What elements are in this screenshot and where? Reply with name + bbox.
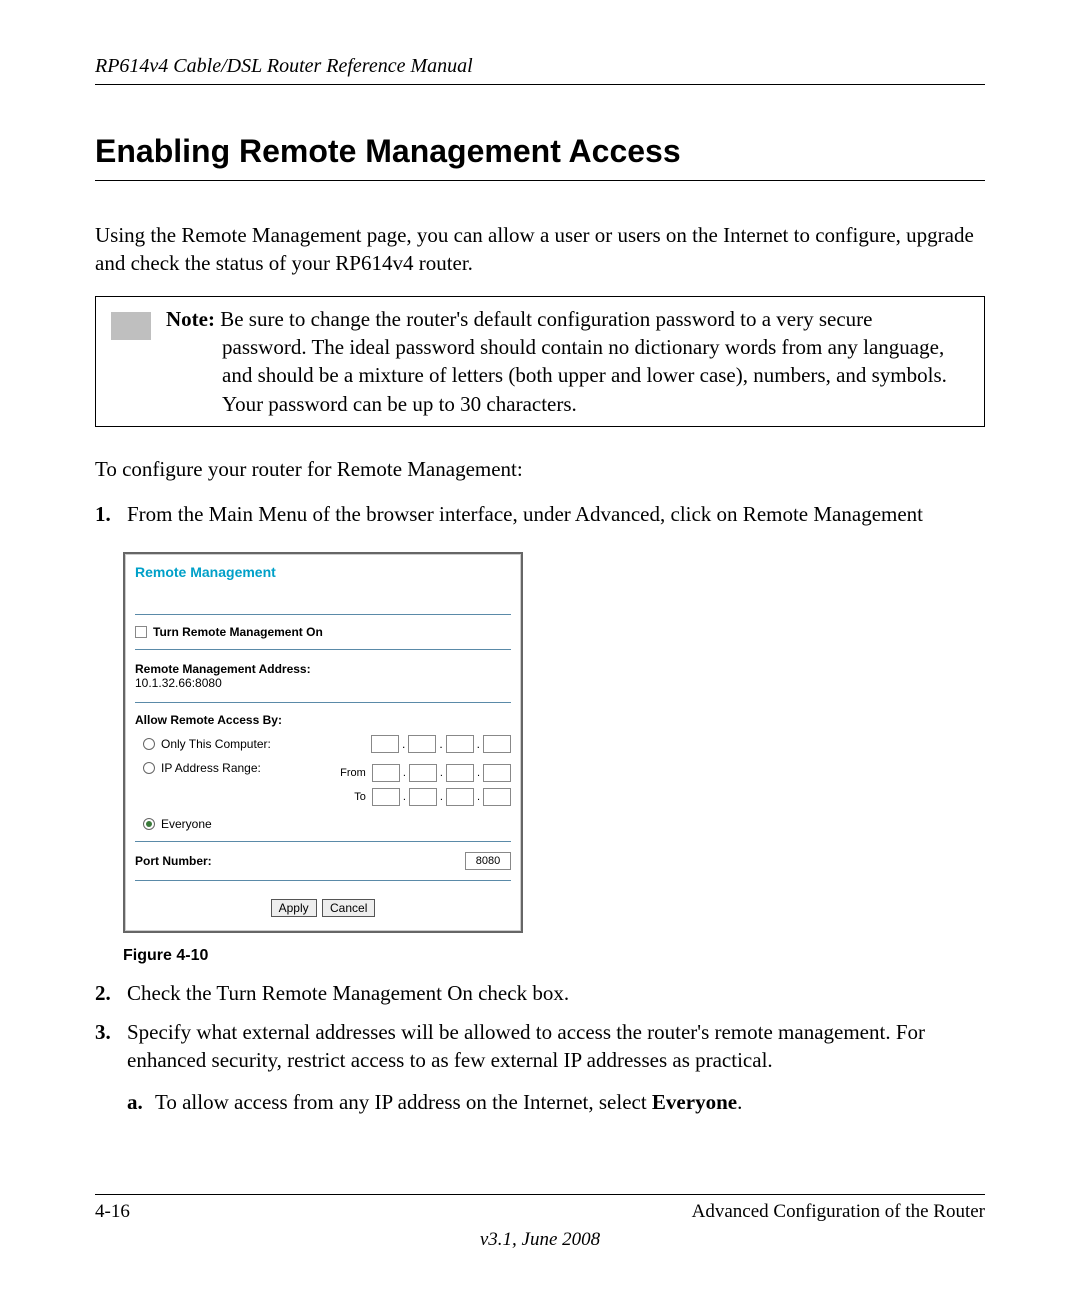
section-title: Enabling Remote Management Access bbox=[95, 133, 985, 181]
step-1: 1. From the Main Menu of the browser int… bbox=[95, 500, 985, 528]
only-this-radio[interactable] bbox=[143, 738, 155, 750]
step-3: 3. Specify what external addresses will … bbox=[95, 1018, 985, 1127]
cancel-button[interactable]: Cancel bbox=[322, 899, 375, 917]
only-this-label: Only This Computer: bbox=[161, 737, 271, 751]
panel-title: Remote Management bbox=[135, 562, 511, 608]
everyone-label: Everyone bbox=[161, 817, 212, 831]
step-3-text: Specify what external addresses will be … bbox=[127, 1018, 985, 1127]
address-label: Remote Management Address: bbox=[135, 662, 511, 676]
allow-label: Allow Remote Access By: bbox=[135, 709, 511, 731]
ip-octet-input[interactable] bbox=[409, 764, 437, 782]
note-text: Note: Be sure to change the router's def… bbox=[166, 297, 984, 426]
step-1-text: From the Main Menu of the browser interf… bbox=[127, 500, 985, 528]
note-box: Note: Be sure to change the router's def… bbox=[95, 296, 985, 427]
step-3a-post: . bbox=[737, 1090, 742, 1114]
ip-octet-input[interactable] bbox=[371, 735, 399, 753]
step-3-num: 3. bbox=[95, 1018, 127, 1127]
step-2: 2. Check the Turn Remote Management On c… bbox=[95, 979, 985, 1007]
port-row: Port Number: 8080 bbox=[135, 848, 511, 874]
ip-range-radio[interactable] bbox=[143, 762, 155, 774]
ip-octet-input[interactable] bbox=[372, 764, 400, 782]
apply-button[interactable]: Apply bbox=[271, 899, 317, 917]
intro-paragraph: Using the Remote Management page, you ca… bbox=[95, 221, 985, 278]
step-2-num: 2. bbox=[95, 979, 127, 1007]
step-1-num: 1. bbox=[95, 500, 127, 528]
figure-caption: Figure 4-10 bbox=[123, 947, 985, 965]
ip-octet-input[interactable] bbox=[446, 735, 474, 753]
step-3a-text: To allow access from any IP address on t… bbox=[155, 1088, 985, 1116]
to-label: To bbox=[354, 791, 366, 803]
ip-range-row: IP Address Range: From . . . To . bbox=[135, 757, 511, 813]
turn-on-label: Turn Remote Management On bbox=[153, 625, 323, 639]
running-header: RP614v4 Cable/DSL Router Reference Manua… bbox=[95, 55, 985, 85]
note-continuation: password. The ideal password should cont… bbox=[166, 333, 974, 418]
port-label: Port Number: bbox=[135, 854, 212, 868]
ip-octet-input[interactable] bbox=[409, 788, 437, 806]
step-3a-num: a. bbox=[127, 1088, 155, 1116]
note-first-line: Be sure to change the router's default c… bbox=[215, 307, 872, 331]
only-this-row: Only This Computer: . . . bbox=[135, 731, 511, 757]
step-2-text: Check the Turn Remote Management On chec… bbox=[127, 979, 985, 1007]
ip-octet-input[interactable] bbox=[446, 788, 474, 806]
turn-on-checkbox[interactable] bbox=[135, 626, 147, 638]
step-3-body: Specify what external addresses will be … bbox=[127, 1020, 925, 1072]
steps-list: 1. From the Main Menu of the browser int… bbox=[95, 500, 985, 528]
button-row: Apply Cancel bbox=[135, 887, 511, 917]
footer-page-number: 4-16 bbox=[95, 1201, 130, 1223]
ip-octet-input[interactable] bbox=[483, 735, 511, 753]
address-value: 10.1.32.66:8080 bbox=[135, 676, 511, 690]
step-3a: a. To allow access from any IP address o… bbox=[127, 1088, 985, 1116]
note-icon bbox=[111, 312, 151, 340]
footer-chapter: Advanced Configuration of the Router bbox=[692, 1201, 985, 1223]
page-footer: 4-16 Advanced Configuration of the Route… bbox=[95, 1194, 985, 1251]
substeps: a. To allow access from any IP address o… bbox=[127, 1088, 985, 1116]
ip-range-inputs: From . . . To . . . bbox=[312, 761, 511, 809]
everyone-radio[interactable] bbox=[143, 818, 155, 830]
config-intro: To configure your router for Remote Mana… bbox=[95, 457, 985, 482]
remote-management-panel: Remote Management Turn Remote Management… bbox=[123, 552, 523, 933]
ip-range-label: IP Address Range: bbox=[161, 761, 261, 775]
ip-octet-input[interactable] bbox=[483, 764, 511, 782]
ip-octet-input[interactable] bbox=[446, 764, 474, 782]
figure-block: Remote Management Turn Remote Management… bbox=[123, 552, 985, 965]
ip-octet-input[interactable] bbox=[483, 788, 511, 806]
everyone-row: Everyone bbox=[135, 813, 511, 835]
ip-octet-input[interactable] bbox=[372, 788, 400, 806]
step-3a-bold: Everyone bbox=[652, 1090, 737, 1114]
note-icon-cell bbox=[96, 297, 166, 426]
only-this-ip: . . . bbox=[371, 735, 511, 753]
port-input[interactable]: 8080 bbox=[465, 852, 511, 870]
from-label: From bbox=[340, 767, 366, 779]
address-row: Remote Management Address: 10.1.32.66:80… bbox=[135, 656, 511, 696]
footer-version: v3.1, June 2008 bbox=[95, 1229, 985, 1251]
ip-octet-input[interactable] bbox=[408, 735, 436, 753]
step-3a-pre: To allow access from any IP address on t… bbox=[155, 1090, 652, 1114]
steps-list-cont: 2. Check the Turn Remote Management On c… bbox=[95, 979, 985, 1126]
turn-on-row: Turn Remote Management On bbox=[135, 621, 511, 643]
note-label: Note: bbox=[166, 307, 215, 331]
